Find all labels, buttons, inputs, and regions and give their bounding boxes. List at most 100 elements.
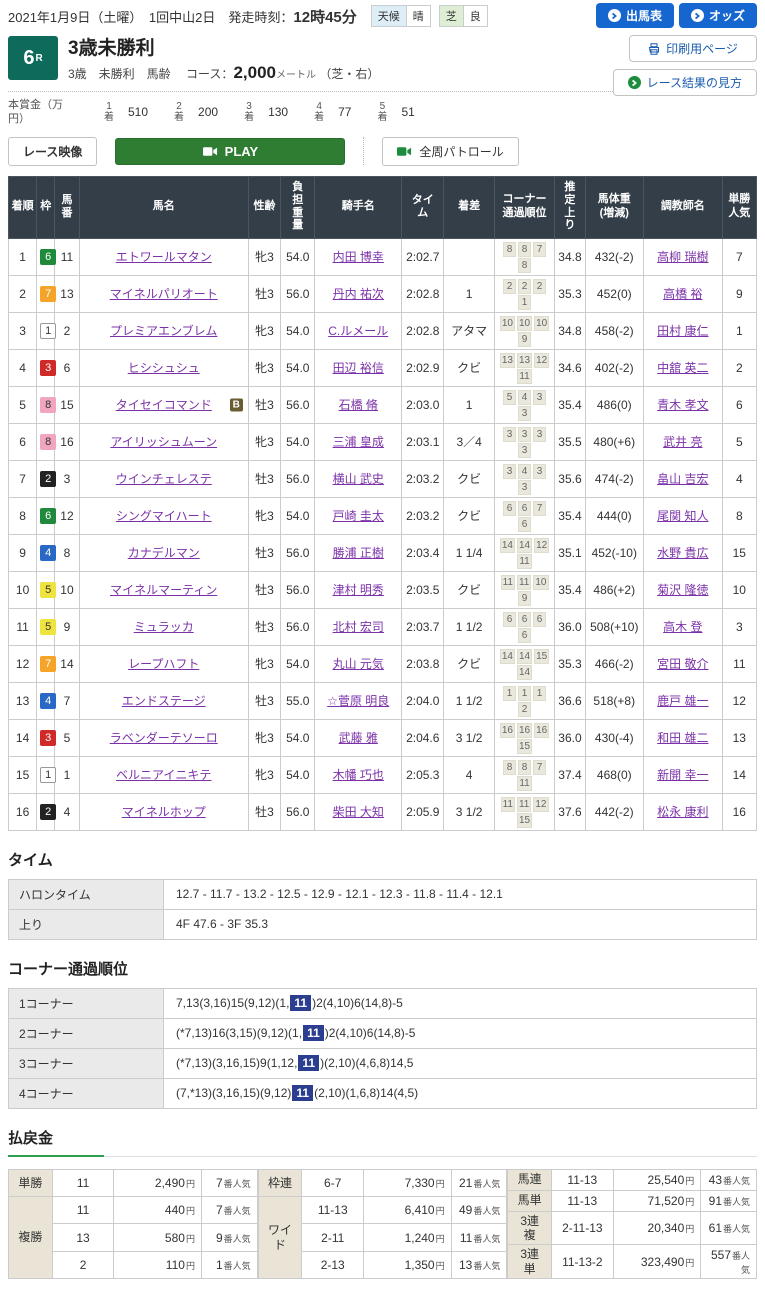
jockey-cell: C.ルメール [315,312,402,349]
entries-button[interactable]: 出馬表 [596,3,674,28]
corner-pass-number: 3 [503,464,516,479]
horse-link[interactable]: マイネルパリオート [110,287,218,301]
horse-link[interactable]: ラベンダーテソーロ [110,731,218,745]
entries-button-label: 出馬表 [626,7,662,24]
jockey-link[interactable]: 武藤 雅 [339,731,378,745]
horse-link[interactable]: シングマイハート [116,509,212,523]
play-button[interactable]: PLAY [115,138,345,165]
jockey-link[interactable]: 田辺 裕信 [333,361,384,375]
horse-link[interactable]: アイリッシュムーン [110,435,217,449]
course-label: コース： [186,67,233,81]
payout-favorite: 49番人気 [451,1196,507,1223]
trainer-link[interactable]: 尾関 知人 [657,509,708,523]
jockey-link[interactable]: ☆菅原 明良 [327,694,389,708]
trainer-link[interactable]: 松永 康利 [657,805,708,819]
trainer-link[interactable]: 高柳 瑞樹 [657,250,708,264]
sex-age: 牝3 [248,312,280,349]
jockey-link[interactable]: 津村 明秀 [333,583,384,597]
jockey-link[interactable]: 丸山 元気 [333,657,384,671]
table-row: 上り 4F 47.6 - 3F 35.3 [9,909,757,939]
trainer-link[interactable]: 高木 登 [663,620,702,634]
jockey-link[interactable]: 三浦 皇成 [333,435,384,449]
jockey-link[interactable]: C.ルメール [328,324,388,338]
trainer-link[interactable]: 中舘 英二 [657,361,708,375]
horse-link[interactable]: ウインチェレステ [116,472,212,486]
horse-link[interactable]: マイネルマーティン [110,583,217,597]
result-row: 5815タイセイコマンドB牡356.0石橋 脩2:03.01543335.448… [9,386,757,423]
col-jockey: 騎手名 [315,176,402,238]
jockey-link[interactable]: 石橋 脩 [339,398,378,412]
horse-link[interactable]: ヒシシュシュ [128,361,200,375]
horse-link[interactable]: エトワールマタン [116,250,212,264]
patrol-video-button[interactable]: 全周パトロール [382,137,518,166]
trainer-link[interactable]: 菊沢 隆徳 [657,583,708,597]
horse-link[interactable]: タイセイコマンド [116,398,212,412]
margin: アタマ [444,312,494,349]
finish-position: 1 [9,238,37,275]
horse-link[interactable]: ミュラッカ [134,620,194,634]
trainer-link[interactable]: 田村 康仁 [657,324,708,338]
estimated-last-3f: 37.4 [555,756,585,793]
horse-link[interactable]: エンドステージ [122,694,206,708]
jockey-link[interactable]: 木幡 巧也 [333,768,384,782]
win-favorite: 2 [722,349,756,386]
trainer-link[interactable]: 武井 亮 [663,435,702,449]
jockey-link[interactable]: 柴田 大知 [333,805,384,819]
trainer-link[interactable]: 高橋 裕 [663,287,702,301]
trainer-link[interactable]: 青木 孝文 [657,398,708,412]
horse-link[interactable]: プレミアエンブレム [110,324,217,338]
corner-passing-cell: 3333 [494,423,554,460]
payout-amount: 6,410円 [364,1196,452,1223]
jockey-link[interactable]: 丹内 祐次 [333,287,384,301]
jockey-link[interactable]: 横山 武史 [333,472,384,486]
horse-number: 11 [55,238,79,275]
payout-amount: 110円 [114,1251,202,1278]
sex-age: 牝3 [248,719,280,756]
trainer-link[interactable]: 畠山 吉宏 [657,472,708,486]
odds-button[interactable]: オッズ [679,3,757,28]
estimated-last-3f: 35.3 [555,645,585,682]
sex-age: 牡3 [248,534,280,571]
horse-weight: 474(-2) [585,460,643,497]
corner-pass-number: 9 [518,332,531,347]
corner-pass-number: 3 [503,427,516,442]
payout-amount: 25,540円 [613,1169,701,1190]
results-guide-button[interactable]: レース結果の見方 [613,69,757,96]
finish-position: 16 [9,793,37,830]
print-page-button[interactable]: 印刷用ページ [629,35,757,62]
corner-pass-number: 13 [500,353,515,368]
jockey-link[interactable]: 勝浦 正樹 [333,546,384,560]
jockey-link[interactable]: 戸崎 圭太 [333,509,384,523]
win-favorite: 16 [722,793,756,830]
start-time-label: 発走時刻： [228,10,293,25]
finish-position: 3 [9,312,37,349]
trainer-cell: 畠山 吉宏 [644,460,723,497]
horse-link[interactable]: マイネルホップ [122,805,206,819]
yen-suffix: 円 [436,1179,445,1189]
page: 出馬表 オッズ 印刷用ページ レース結果の見方 2021年1月9日（土曜） 1回… [0,0,765,1279]
win-favorite: 8 [722,497,756,534]
trainer-link[interactable]: 水野 貴広 [657,546,708,560]
horse-link[interactable]: ベルニアイニキテ [116,768,211,782]
favorite-suffix: 番人気 [732,1251,750,1275]
trainer-link[interactable]: 和田 雄二 [657,731,708,745]
jockey-link[interactable]: 北村 宏司 [333,620,384,634]
corner-pass-number: 6 [518,517,531,532]
horse-link[interactable]: レープハフト [128,657,199,671]
trainer-link[interactable]: 宮田 敬介 [657,657,708,671]
jockey-cell: 柴田 大知 [315,793,402,830]
corner-pass-number: 6 [518,628,531,643]
favorite-suffix: 番人気 [473,1234,500,1244]
corner-passing-cell: 6666 [494,608,554,645]
margin: 1 1/2 [444,682,494,719]
result-row: 1435ラベンダーテソーロ牝354.0武藤 雅2:04.63 1/2161616… [9,719,757,756]
race-title: 3歳未勝利 [68,33,379,60]
favorite-suffix: 番人気 [473,1179,500,1189]
jockey-link[interactable]: 内田 博幸 [333,250,384,264]
horse-link[interactable]: カナデルマン [128,546,200,560]
trainer-link[interactable]: 新開 幸一 [657,768,708,782]
race-video-button[interactable]: レース映像 [8,137,97,166]
trainer-link[interactable]: 鹿戸 雄一 [657,694,708,708]
horse-name-cell: ヒシシュシュ [79,349,248,386]
payout-amount: 71,520円 [613,1190,701,1211]
